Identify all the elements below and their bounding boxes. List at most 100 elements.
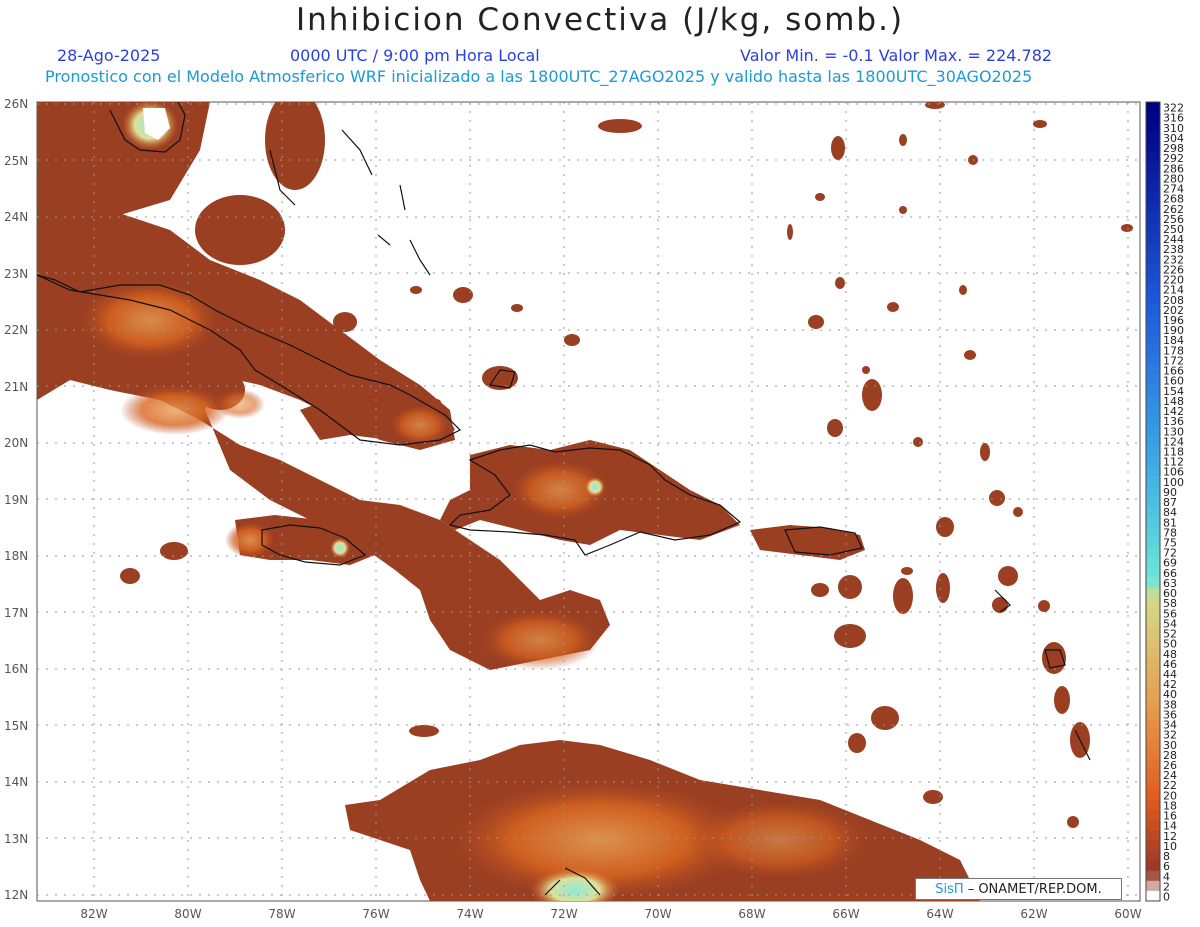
colorbar-swatch: [1146, 476, 1160, 487]
lon-label: 82W: [80, 907, 107, 921]
colorbar-swatch: [1146, 364, 1160, 376]
colorbar-swatch: [1146, 334, 1160, 346]
colorbar-swatch: [1146, 284, 1160, 295]
colorbar-swatch: [1146, 344, 1160, 356]
colorbar-swatch: [1146, 688, 1160, 700]
colorbar-swatch: [1146, 547, 1160, 558]
colorbar-swatch: [1146, 375, 1160, 386]
colorbar-swatch: [1146, 152, 1160, 164]
colorbar-swatch: [1146, 233, 1160, 245]
lon-label: 74W: [456, 907, 483, 921]
colorbar-swatch: [1146, 193, 1160, 204]
lon-label: 62W: [1020, 907, 1047, 921]
colorbar-swatch: [1146, 445, 1160, 457]
colorbar-swatch: [1146, 718, 1160, 730]
colorbar-swatch: [1146, 486, 1160, 497]
colorbar-swatch: [1146, 830, 1160, 841]
colorbar-swatch: [1146, 860, 1160, 872]
colorbar-swatch: [1146, 840, 1160, 851]
colorbar-swatch: [1146, 263, 1160, 275]
colorbar-swatch: [1146, 496, 1160, 508]
colorbar-swatch: [1146, 658, 1160, 669]
colorbar-swatch: [1146, 415, 1160, 427]
colorbar-swatch: [1146, 182, 1160, 194]
colorbar-swatch: [1146, 708, 1160, 720]
colorbar-swatch: [1146, 223, 1160, 234]
colorbar-label: 0: [1163, 891, 1170, 904]
lat-label: 20N: [4, 436, 28, 450]
colorbar-swatch: [1146, 526, 1160, 538]
colorbar-swatch: [1146, 698, 1160, 710]
colorbar-swatch: [1146, 779, 1160, 791]
colorbar-swatch: [1146, 729, 1160, 740]
lon-label: 70W: [644, 907, 671, 921]
colorbar-swatch: [1146, 890, 1160, 902]
colorbar-swatch: [1146, 172, 1160, 184]
lat-label: 15N: [4, 719, 28, 733]
colorbar-swatch: [1146, 102, 1160, 113]
colorbar-swatch: [1146, 769, 1160, 781]
colorbar-swatch: [1146, 425, 1160, 437]
colorbar-swatch: [1146, 466, 1160, 477]
colorbar-swatch: [1146, 567, 1160, 578]
colorbar-swatch: [1146, 739, 1160, 750]
colorbar-swatch: [1146, 142, 1160, 154]
colorbar-swatch: [1146, 132, 1160, 143]
colorbar-swatch: [1146, 678, 1160, 690]
colorbar-swatch: [1146, 395, 1160, 406]
colorbar-swatch: [1146, 405, 1160, 417]
latitude-labels: 26N 25N 24N 23N 22N 21N 20N 19N 18N 17N …: [4, 97, 28, 902]
lon-label: 68W: [738, 907, 765, 921]
colorbar-swatch: [1146, 324, 1160, 336]
colorbar-swatch: [1146, 203, 1160, 214]
lat-label: 24N: [4, 210, 28, 224]
lon-label: 78W: [268, 907, 295, 921]
lat-label: 26N: [4, 97, 28, 111]
colorbar-swatch: [1146, 273, 1160, 285]
lat-label: 13N: [4, 832, 28, 846]
colorbar-swatch: [1146, 243, 1160, 255]
lat-label: 17N: [4, 606, 28, 620]
lon-label: 60W: [1114, 907, 1141, 921]
colorbar-swatch: [1146, 122, 1160, 133]
lat-label: 22N: [4, 323, 28, 337]
lat-label: 14N: [4, 775, 28, 789]
lat-label: 16N: [4, 662, 28, 676]
colorbar-swatch: [1146, 314, 1160, 326]
lon-label: 80W: [174, 907, 201, 921]
colorbar-swatch: [1146, 638, 1160, 649]
lat-label: 23N: [4, 267, 28, 281]
colorbar-swatch: [1146, 850, 1160, 862]
colorbar-swatch: [1146, 668, 1160, 679]
lat-label: 19N: [4, 493, 28, 507]
lat-label: 12N: [4, 888, 28, 902]
colorbar-swatch: [1146, 455, 1160, 467]
lon-label: 66W: [832, 907, 859, 921]
colorbar-swatch: [1146, 607, 1160, 619]
colorbar-swatch: [1146, 597, 1160, 609]
colorbar-swatch: [1146, 749, 1160, 760]
colorbar-swatch: [1146, 759, 1160, 771]
colorbar-swatch: [1146, 820, 1160, 831]
colorbar-swatch: [1146, 506, 1160, 518]
cin-map: 26N 25N 24N 23N 22N 21N 20N 19N 18N 17N …: [4, 97, 1184, 921]
colorbar-swatch: [1146, 617, 1160, 629]
colorbar-swatch: [1146, 809, 1160, 821]
colorbar-swatch: [1146, 213, 1160, 224]
colorbar-swatch: [1146, 627, 1160, 639]
lat-label: 18N: [4, 549, 28, 563]
lon-label: 76W: [362, 907, 389, 921]
colorbar: 3223163103042982922862802742682622562502…: [1145, 101, 1184, 904]
colorbar-swatch: [1146, 112, 1160, 123]
colorbar-swatch: [1146, 253, 1160, 265]
credit-box: SisΠ – ONAMET/REP.DOM.: [915, 878, 1122, 900]
colorbar-swatch: [1146, 870, 1160, 882]
credit-text: – ONAMET/REP.DOM.: [967, 881, 1102, 897]
colorbar-swatch: [1146, 880, 1160, 892]
colorbar-swatch: [1146, 557, 1160, 568]
colorbar-swatch: [1146, 516, 1160, 528]
colorbar-swatch: [1146, 799, 1160, 811]
colorbar-swatch: [1146, 385, 1160, 396]
colorbar-swatch: [1146, 162, 1160, 174]
colorbar-swatch: [1146, 648, 1160, 659]
